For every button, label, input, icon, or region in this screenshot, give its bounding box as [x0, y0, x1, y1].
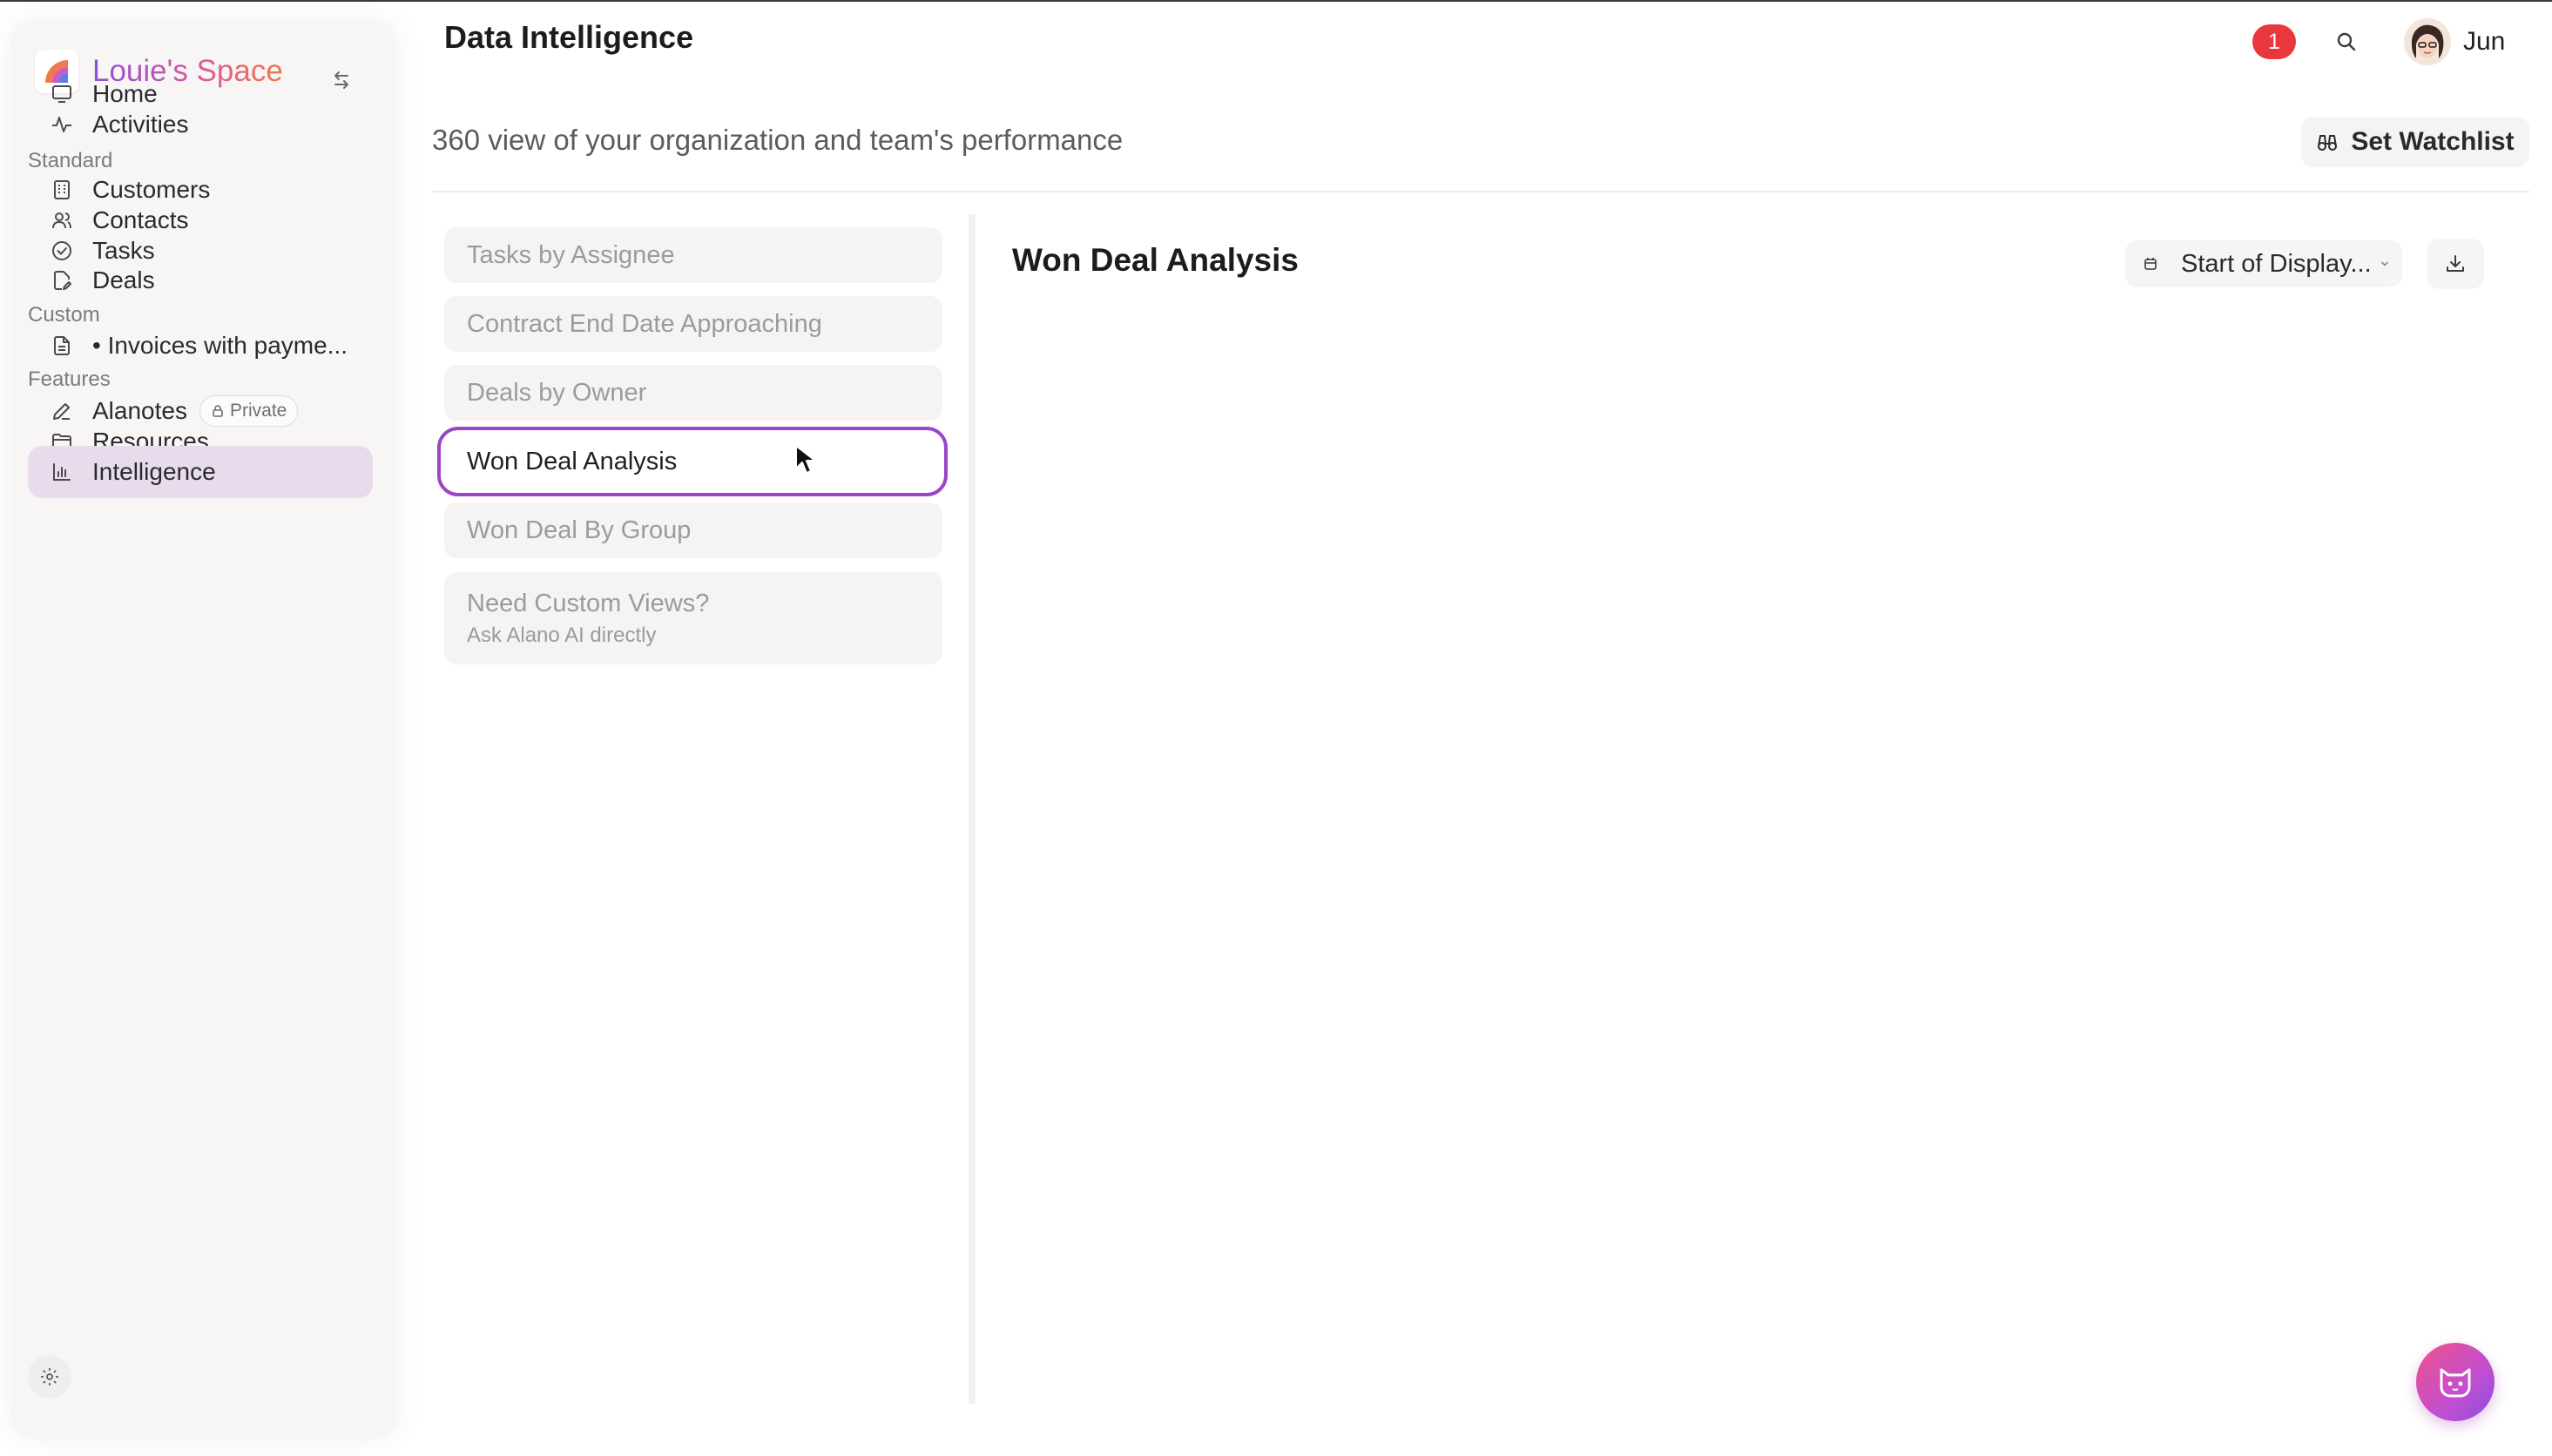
user-menu[interactable]: Jun [2404, 17, 2505, 66]
page-subtitle: 360 view of your organization and team's… [432, 124, 1124, 156]
chevron-down-icon [2379, 258, 2391, 270]
report-item-label: Won Deal By Group [467, 516, 692, 544]
ai-assistant-cat-icon[interactable] [2416, 1343, 2495, 1421]
report-item-won-deal-by-group[interactable]: Won Deal By Group [444, 502, 942, 558]
custom-views-title: Need Custom Views? [467, 589, 710, 617]
sidebar-item-invoices[interactable]: • Invoices with payme... [28, 320, 373, 372]
report-item-tasks-by-assignee[interactable]: Tasks by Assignee [444, 227, 942, 283]
date-filter-select[interactable]: Start of Display... [2125, 240, 2402, 287]
panel-divider [969, 214, 976, 1404]
search-icon[interactable] [2329, 24, 2364, 59]
sidebar: Louie's Space Home Activities Standard C… [10, 19, 397, 1439]
date-filter-value: Start of Display... [2181, 249, 2372, 278]
sidebar-item-label: Activities [92, 111, 189, 138]
document-icon [51, 334, 73, 357]
report-item-won-deal-analysis[interactable]: Won Deal Analysis [437, 427, 948, 496]
sidebar-item-label: • Invoices with payme... [92, 332, 348, 359]
page-title: Data Intelligence [444, 19, 694, 55]
report-item-label: Deals by Owner [467, 378, 647, 407]
report-item-label: Tasks by Assignee [467, 240, 675, 269]
notification-badge[interactable]: 1 [2252, 24, 2296, 59]
report-item-label: Won Deal Analysis [467, 447, 678, 475]
file-edit-icon [51, 269, 73, 292]
set-watchlist-button[interactable]: Set Watchlist [2301, 117, 2529, 167]
avatar [2404, 18, 2451, 65]
sidebar-item-label: Deals [92, 266, 155, 293]
calendar-icon [2143, 256, 2158, 272]
custom-views-card[interactable]: Need Custom Views? Ask Alano AI directly [444, 572, 942, 664]
header-divider [432, 191, 2529, 192]
sidebar-item-label: Intelligence [92, 458, 216, 485]
settings-gear-icon[interactable] [28, 1355, 71, 1399]
report-item-contract-end-date[interactable]: Contract End Date Approaching [444, 296, 942, 352]
set-watchlist-label: Set Watchlist [2351, 127, 2515, 156]
download-icon[interactable] [2427, 239, 2484, 289]
binoculars-icon [2316, 131, 2339, 153]
activity-icon [51, 113, 73, 136]
report-item-deals-by-owner[interactable]: Deals by Owner [444, 365, 942, 421]
report-item-label: Contract End Date Approaching [467, 309, 822, 338]
mouse-cursor-icon [794, 444, 817, 480]
sidebar-item-intelligence[interactable]: Intelligence [28, 446, 373, 498]
user-name: Jun [2463, 27, 2506, 56]
custom-views-subtitle: Ask Alano AI directly [467, 623, 657, 647]
sidebar-item-deals[interactable]: Deals [28, 254, 373, 307]
panel-title: Won Deal Analysis [1012, 242, 1299, 278]
bar-chart-icon [51, 461, 73, 483]
sidebar-item-activities[interactable]: Activities [28, 98, 373, 151]
window-top-border [0, 0, 2552, 2]
